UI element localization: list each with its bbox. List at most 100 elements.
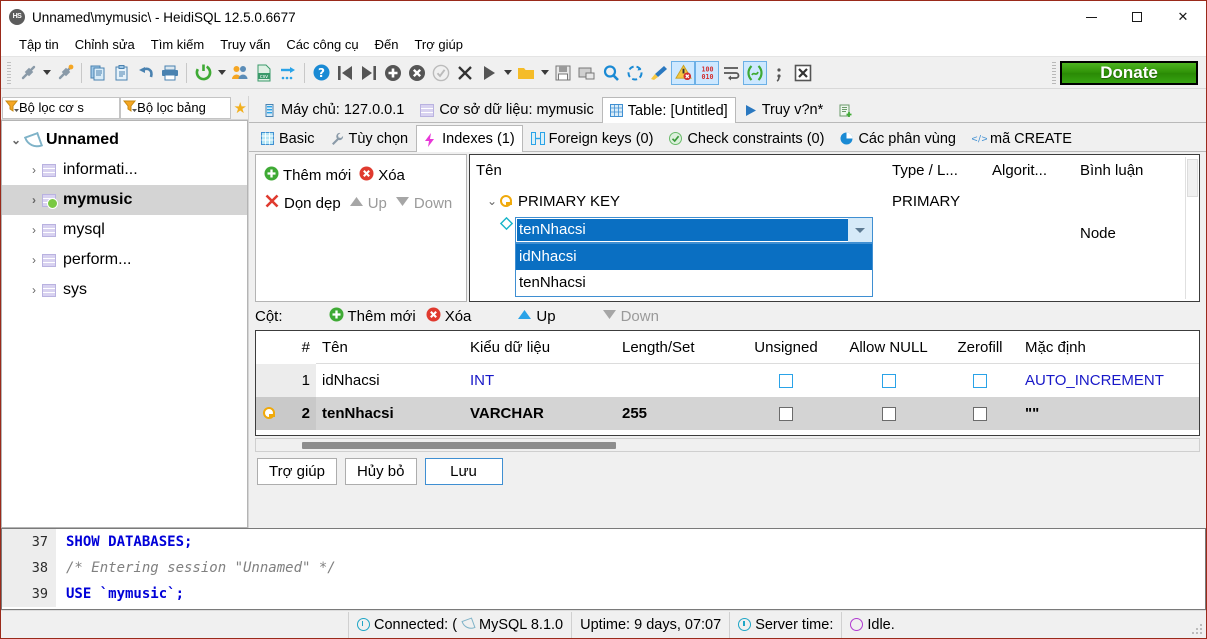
tab-new-query[interactable] bbox=[831, 97, 865, 122]
print-icon[interactable] bbox=[158, 61, 182, 85]
columns-horizontal-scrollbar[interactable] bbox=[255, 438, 1200, 452]
cancel-button[interactable]: Hủy bỏ bbox=[344, 457, 417, 485]
scrollbar-thumb[interactable] bbox=[1187, 159, 1198, 197]
row-default[interactable]: AUTO_INCREMENT bbox=[1019, 372, 1199, 389]
row-allow-null-checkbox[interactable] bbox=[836, 405, 941, 422]
refresh-icon[interactable] bbox=[191, 61, 215, 85]
tree-node-mysql[interactable]: › mysql bbox=[2, 215, 247, 245]
menu-item-tools[interactable]: Các công cụ bbox=[278, 35, 366, 54]
session-dropdown-arrow-icon[interactable] bbox=[40, 61, 53, 85]
close-button[interactable]: ✕ bbox=[1160, 1, 1206, 33]
tree-node-information-schema[interactable]: › informati... bbox=[2, 155, 247, 185]
index-down-button[interactable]: Down bbox=[391, 189, 456, 217]
chevron-right-icon[interactable]: › bbox=[26, 193, 42, 207]
column-header-index[interactable]: # bbox=[282, 331, 316, 364]
row-datatype[interactable]: VARCHAR bbox=[464, 405, 616, 422]
menu-item-help[interactable]: Trợ giúp bbox=[406, 35, 471, 54]
column-add-button[interactable]: Thêm mới bbox=[325, 302, 420, 330]
minimize-button[interactable] bbox=[1068, 1, 1114, 33]
scrollbar-thumb[interactable] bbox=[302, 442, 616, 449]
execute-dropdown-arrow-icon[interactable] bbox=[501, 61, 514, 85]
copy-icon[interactable] bbox=[86, 61, 110, 85]
chevron-down-icon[interactable]: ⌄ bbox=[484, 194, 500, 208]
open-dropdown-arrow-icon[interactable] bbox=[538, 61, 551, 85]
index-clear-button[interactable]: Dọn dẹp bbox=[260, 189, 345, 217]
combo-option-tennhacsi[interactable]: tenNhacsi bbox=[516, 270, 872, 296]
save-button[interactable]: Lưu bbox=[424, 457, 503, 485]
menu-item-query[interactable]: Truy vấn bbox=[212, 35, 278, 54]
word-wrap-icon[interactable] bbox=[719, 61, 743, 85]
user-manager-icon[interactable] bbox=[228, 61, 252, 85]
last-page-icon[interactable] bbox=[357, 61, 381, 85]
find-icon[interactable] bbox=[599, 61, 623, 85]
star-icon[interactable]: ★ bbox=[234, 99, 247, 117]
row-column-name[interactable]: idNhacsi bbox=[316, 372, 464, 389]
combo-option-idnhacsi[interactable]: idNhacsi bbox=[516, 244, 872, 270]
column-header-default[interactable]: Mặc định bbox=[1019, 339, 1199, 356]
new-session-icon[interactable] bbox=[53, 61, 77, 85]
import-icon[interactable] bbox=[276, 61, 300, 85]
sql-log-panel[interactable]: 37 SHOW DATABASES; 38 /* Entering sessio… bbox=[1, 528, 1206, 610]
donate-button[interactable]: Donate bbox=[1060, 61, 1198, 85]
host-filter-input[interactable]: Bộ lọc cơ s bbox=[2, 96, 121, 119]
binary-icon[interactable]: 100 010 bbox=[695, 60, 719, 85]
index-column-combo[interactable]: tenNhacsi idNhacsi tenNhacsi bbox=[515, 217, 873, 297]
clean-icon[interactable] bbox=[647, 61, 671, 85]
tab-table-untitled[interactable]: Table: [Untitled] bbox=[601, 97, 736, 123]
row-datatype[interactable]: INT bbox=[464, 372, 616, 389]
export-csv-icon[interactable]: csv bbox=[252, 61, 276, 85]
column-header-algorithm[interactable]: Algorit... bbox=[986, 162, 1074, 179]
tab-query[interactable]: Truy v?n* bbox=[736, 97, 832, 122]
table-row[interactable]: 1 idNhacsi INT AUTO_INCREMENT bbox=[256, 364, 1199, 397]
column-delete-button[interactable]: Xóa bbox=[422, 302, 476, 330]
column-header-name[interactable]: Tên bbox=[316, 339, 464, 356]
index-add-button[interactable]: Thêm mới bbox=[260, 161, 355, 189]
column-header-datatype[interactable]: Kiểu dữ liệu bbox=[464, 339, 616, 356]
index-up-button[interactable]: Up bbox=[345, 189, 391, 217]
tree-node-mymusic[interactable]: › mymusic bbox=[2, 185, 247, 215]
column-down-button[interactable]: Down bbox=[598, 302, 663, 330]
tree-node-unnamed[interactable]: ⌄ Unnamed bbox=[2, 125, 247, 155]
table-row[interactable]: 2 tenNhacsi VARCHAR 255 "" bbox=[256, 397, 1199, 430]
donate-grip[interactable] bbox=[1052, 62, 1056, 84]
help-icon[interactable]: ? bbox=[309, 61, 333, 85]
tab-host[interactable]: Máy chủ: 127.0.0.1 bbox=[255, 97, 412, 122]
column-up-button[interactable]: Up bbox=[513, 302, 559, 330]
open-folder-icon[interactable] bbox=[514, 61, 538, 85]
column-header-length[interactable]: Length/Set bbox=[616, 339, 736, 356]
row-unsigned-checkbox[interactable] bbox=[736, 405, 836, 422]
column-header-zerofill[interactable]: Zerofill bbox=[941, 339, 1019, 356]
index-row-primary-key[interactable]: ⌄ PRIMARY KEY PRIMARY bbox=[470, 185, 1199, 217]
save-icon[interactable] bbox=[551, 61, 575, 85]
chevron-right-icon[interactable]: › bbox=[26, 253, 42, 267]
menu-item-file[interactable]: Tập tin bbox=[11, 35, 67, 54]
row-allow-null-checkbox[interactable] bbox=[836, 372, 941, 389]
tree-node-performance-schema[interactable]: › perform... bbox=[2, 245, 247, 275]
tab-database[interactable]: Cơ sở dữ liệu: mymusic bbox=[412, 97, 601, 122]
row-default[interactable]: "" bbox=[1019, 405, 1199, 422]
index-row-column[interactable]: tenNhacsi idNhacsi tenNhacsi Node bbox=[470, 216, 1199, 297]
combo-box[interactable]: tenNhacsi bbox=[515, 217, 873, 243]
save-as-icon[interactable] bbox=[575, 61, 599, 85]
table-filter-input[interactable]: Bộ lọc bảng bbox=[120, 96, 231, 119]
first-page-icon[interactable] bbox=[333, 61, 357, 85]
chevron-down-icon[interactable]: ⌄ bbox=[8, 133, 24, 147]
column-header-unsigned[interactable]: Unsigned bbox=[736, 339, 836, 356]
menu-item-edit[interactable]: Chỉnh sửa bbox=[67, 35, 143, 54]
stop-icon[interactable] bbox=[791, 61, 815, 85]
index-delete-button[interactable]: Xóa bbox=[355, 161, 409, 189]
paste-icon[interactable] bbox=[110, 61, 134, 85]
column-header-name[interactable]: Tên bbox=[470, 162, 886, 179]
undo-icon[interactable] bbox=[134, 61, 158, 85]
warning-icon[interactable] bbox=[671, 60, 695, 85]
chevron-right-icon[interactable]: › bbox=[26, 223, 42, 237]
row-column-name[interactable]: tenNhacsi bbox=[316, 405, 464, 422]
tab-basic[interactable]: Basic bbox=[253, 125, 322, 151]
resize-grip[interactable] bbox=[1191, 623, 1203, 635]
help-button[interactable]: Trợ giúp bbox=[257, 457, 337, 485]
maximize-button[interactable] bbox=[1114, 1, 1160, 33]
session-manager-icon[interactable] bbox=[16, 61, 40, 85]
chevron-right-icon[interactable]: › bbox=[26, 283, 42, 297]
semicolon-icon[interactable] bbox=[767, 61, 791, 85]
tab-options[interactable]: Tùy chọn bbox=[322, 125, 416, 151]
